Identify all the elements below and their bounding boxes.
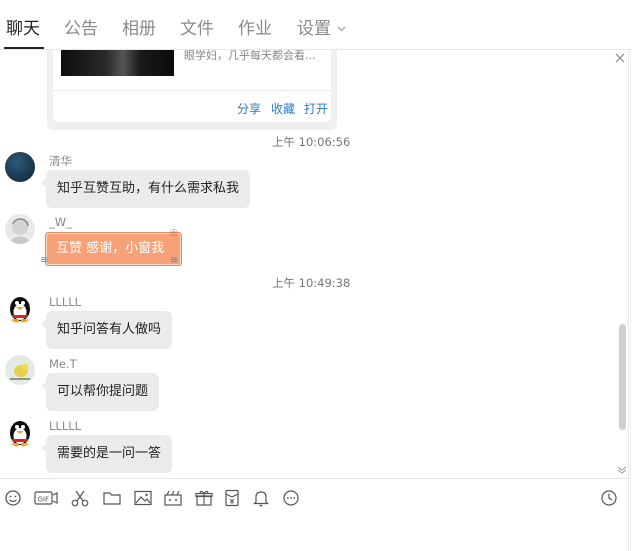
message-bubble: 需要的是一问一答 bbox=[40, 435, 173, 473]
sender-name: LLLLL bbox=[49, 419, 82, 433]
wave-decoration-icon: ≋ bbox=[40, 255, 49, 266]
message-bubble: 可以帮你提问题 bbox=[40, 373, 160, 411]
tab-announcement[interactable]: 公告 bbox=[64, 18, 98, 40]
tab-chat[interactable]: 聊天 bbox=[6, 18, 40, 40]
sketch-avatar[interactable] bbox=[5, 214, 35, 244]
sender-name: Me.T bbox=[49, 357, 77, 371]
chat-scrollbar[interactable] bbox=[619, 324, 626, 430]
input-toolbar: GIF bbox=[0, 478, 628, 516]
tab-files[interactable]: 文件 bbox=[180, 18, 214, 40]
favorite-link[interactable]: 收藏 bbox=[271, 100, 295, 117]
sender-name: LLLLL bbox=[49, 295, 82, 309]
image-icon[interactable] bbox=[133, 488, 153, 508]
chat-message-area: 眼学妇，几乎每天都会看... 分享 收藏 打开 上午 10:06:56 清华 知… bbox=[0, 50, 628, 478]
bird-avatar[interactable] bbox=[5, 355, 35, 385]
dark-blue-avatar[interactable] bbox=[5, 152, 35, 182]
message-input[interactable] bbox=[0, 516, 628, 551]
card-thumbnail bbox=[61, 50, 174, 76]
video-icon[interactable] bbox=[163, 488, 183, 508]
card-summary: 眼学妇，几乎每天都会看... bbox=[184, 50, 316, 62]
swirl-decoration-icon: ◎ bbox=[170, 228, 178, 238]
shared-link-card[interactable]: 眼学妇，几乎每天都会看... 分享 收藏 打开 bbox=[47, 50, 337, 130]
sender-name: _W_ bbox=[49, 215, 72, 229]
bird-icon bbox=[10, 363, 30, 380]
history-clock-icon[interactable] bbox=[599, 488, 619, 508]
shared-link-card-body: 眼学妇，几乎每天都会看... 分享 收藏 打开 bbox=[53, 50, 331, 122]
tab-album[interactable]: 相册 bbox=[122, 18, 156, 40]
sketch-face-icon bbox=[10, 218, 30, 244]
fancy-message-bubble: 互赞 感谢，小窗我 bbox=[45, 232, 182, 266]
tab-settings[interactable]: 设置 bbox=[297, 18, 346, 40]
bell-icon[interactable] bbox=[251, 488, 271, 508]
emoji-icon[interactable] bbox=[3, 488, 23, 508]
penguin-avatar[interactable] bbox=[5, 417, 35, 447]
gif-icon[interactable]: GIF bbox=[34, 488, 58, 508]
chevron-down-icon bbox=[337, 26, 346, 32]
gift-icon[interactable] bbox=[194, 488, 214, 508]
timestamp: 上午 10:49:38 bbox=[272, 276, 351, 290]
tab-bar: 聊天 公告 相册 文件 作业 设置 bbox=[0, 0, 632, 50]
message-bubble: 知乎互赞互助，有什么需求私我 bbox=[40, 170, 251, 208]
penguin-icon bbox=[10, 421, 30, 447]
scissors-icon[interactable] bbox=[70, 488, 90, 508]
card-divider bbox=[53, 90, 331, 91]
open-link[interactable]: 打开 bbox=[304, 100, 328, 117]
tab-settings-label: 设置 bbox=[297, 19, 331, 39]
wave-decoration-icon: ≋ bbox=[170, 255, 179, 266]
sender-name: 清华 bbox=[49, 154, 72, 168]
penguin-avatar[interactable] bbox=[5, 293, 35, 323]
red-packet-icon[interactable] bbox=[222, 488, 242, 508]
active-tab-underline bbox=[4, 47, 44, 49]
panel-divider bbox=[628, 50, 629, 551]
share-link[interactable]: 分享 bbox=[237, 100, 261, 117]
scroll-down-chevron-icon[interactable] bbox=[616, 465, 628, 475]
penguin-icon bbox=[10, 297, 30, 323]
panel-divider-2 bbox=[630, 50, 631, 551]
timestamp: 上午 10:06:56 bbox=[272, 135, 351, 149]
svg-text:GIF: GIF bbox=[38, 496, 50, 504]
folder-icon[interactable] bbox=[102, 488, 122, 508]
more-icon[interactable] bbox=[281, 488, 301, 508]
message-bubble: 知乎问答有人做吗 bbox=[40, 311, 173, 349]
tab-homework[interactable]: 作业 bbox=[238, 18, 272, 40]
